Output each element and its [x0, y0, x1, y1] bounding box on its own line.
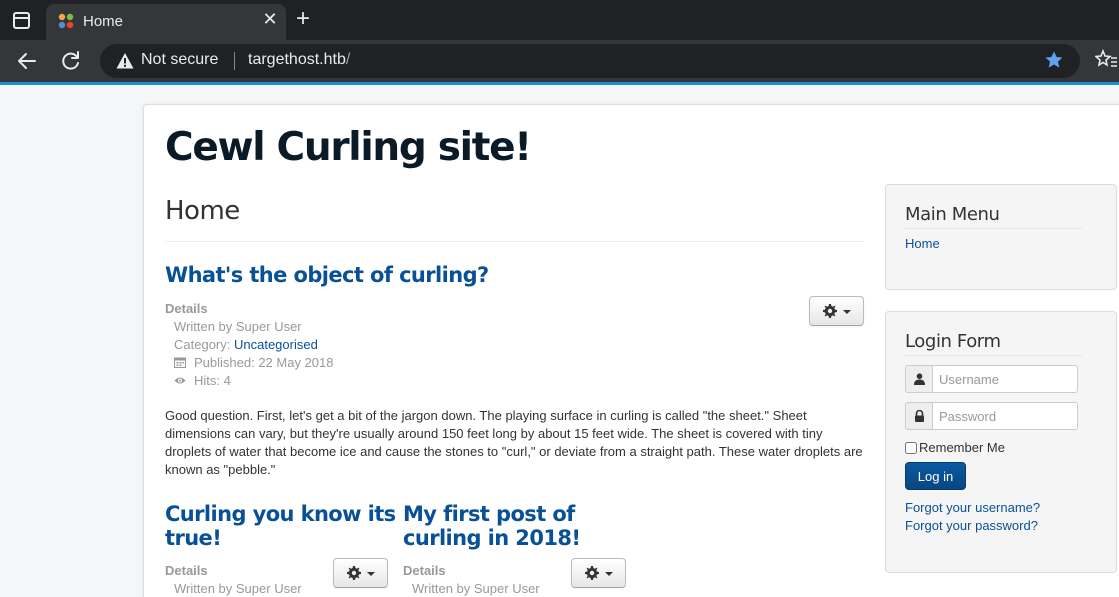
author-line: Written by Super User: [174, 319, 302, 334]
browser-tab-bar: Home ✕ +: [0, 0, 1119, 40]
chevron-down-icon: [367, 572, 375, 576]
gear-icon: [823, 304, 837, 318]
user-icon: [905, 365, 933, 393]
published-line: Published: 22 May 2018: [165, 354, 333, 372]
article-title-link[interactable]: What's the object of curling?: [165, 263, 489, 287]
username-group: [905, 365, 1079, 393]
omnibox-divider: [234, 52, 235, 70]
article-details: Details Written by Super User: [165, 562, 302, 597]
star-icon[interactable]: [1044, 50, 1064, 70]
reload-icon[interactable]: [58, 48, 84, 74]
main-menu-module: Main Menu Home: [885, 184, 1117, 290]
tab-switcher-icon[interactable]: [13, 12, 30, 29]
joomla-favicon: [58, 13, 74, 29]
warning-icon[interactable]: [116, 52, 134, 70]
tab-title: Home: [83, 13, 124, 30]
calendar-icon: [174, 357, 186, 368]
module-divider: [905, 228, 1082, 229]
category-link[interactable]: Uncategorised: [234, 337, 318, 352]
article-details: Details Written by Super User: [403, 562, 540, 597]
url-text[interactable]: targethost.htb/: [248, 51, 350, 69]
forgot-password-link[interactable]: Forgot your password?: [905, 518, 1038, 533]
address-bar[interactable]: Not secure targethost.htb/: [100, 44, 1080, 78]
password-input[interactable]: [932, 402, 1078, 430]
published-date: Published: 22 May 2018: [194, 355, 334, 370]
category-prefix: Category:: [174, 337, 234, 352]
site-title[interactable]: Cewl Curling site!: [165, 125, 532, 170]
article-title-line: curling in 2018!: [403, 526, 581, 550]
eye-icon: [174, 377, 186, 384]
page-heading: Home: [165, 196, 240, 226]
article-actions-button[interactable]: [809, 296, 864, 326]
chevron-down-icon: [843, 310, 851, 314]
extensions-icon[interactable]: [1095, 49, 1117, 71]
article-title-link[interactable]: Curling you know its true!: [165, 502, 396, 550]
main-menu-title: Main Menu: [905, 204, 1000, 225]
close-icon[interactable]: ✕: [260, 9, 280, 29]
browser-toolbar: Not secure targethost.htb/: [0, 40, 1119, 82]
forgot-username-link[interactable]: Forgot your username?: [905, 500, 1040, 515]
menu-item-home[interactable]: Home: [905, 236, 940, 251]
login-form-title: Login Form: [905, 331, 1001, 352]
article-title-link[interactable]: My first post of curling in 2018!: [403, 502, 581, 550]
url-host: targethost.htb: [248, 51, 346, 68]
heading-divider: [165, 241, 864, 242]
gear-icon: [585, 566, 599, 580]
security-label[interactable]: Not secure: [141, 51, 218, 69]
remember-me[interactable]: Remember Me: [905, 440, 1005, 455]
article-title-line: My first post of: [403, 502, 575, 526]
author-line: Written by Super User: [412, 581, 540, 596]
details-label: Details: [165, 301, 208, 316]
article-details: Details Written by Super User Category: …: [165, 300, 333, 390]
back-icon[interactable]: [14, 48, 40, 74]
login-button[interactable]: Log in: [905, 462, 966, 490]
content-container: Cewl Curling site! Home What's the objec…: [143, 104, 1119, 597]
author-line: Written by Super User: [174, 581, 302, 596]
remember-me-label: Remember Me: [919, 440, 1005, 455]
page-background: Cewl Curling site! Home What's the objec…: [0, 85, 1119, 597]
browser-tab[interactable]: Home ✕: [46, 4, 286, 40]
login-form-module: Login Form Remember Me Log in Forgot you…: [885, 311, 1117, 573]
article-title-line: Curling you know its: [165, 502, 396, 526]
remember-me-checkbox[interactable]: [905, 442, 917, 454]
article-actions-button[interactable]: [333, 558, 388, 588]
new-tab-icon[interactable]: +: [292, 7, 314, 31]
details-label: Details: [403, 563, 446, 578]
hits-line: Hits: 4: [165, 372, 333, 390]
details-label: Details: [165, 563, 208, 578]
lock-icon: [905, 402, 933, 430]
article-intro-text: Good question. First, let's get a bit of…: [165, 408, 863, 477]
chevron-down-icon: [605, 572, 613, 576]
article-actions-button[interactable]: [571, 558, 626, 588]
article-title-line: true!: [165, 526, 222, 550]
category-line: Category: Uncategorised: [165, 336, 333, 354]
password-group: [905, 402, 1079, 430]
module-divider: [905, 355, 1082, 356]
hits-count: Hits: 4: [194, 373, 231, 388]
gear-icon: [347, 566, 361, 580]
url-path: /: [345, 51, 351, 68]
username-input[interactable]: [932, 365, 1078, 393]
